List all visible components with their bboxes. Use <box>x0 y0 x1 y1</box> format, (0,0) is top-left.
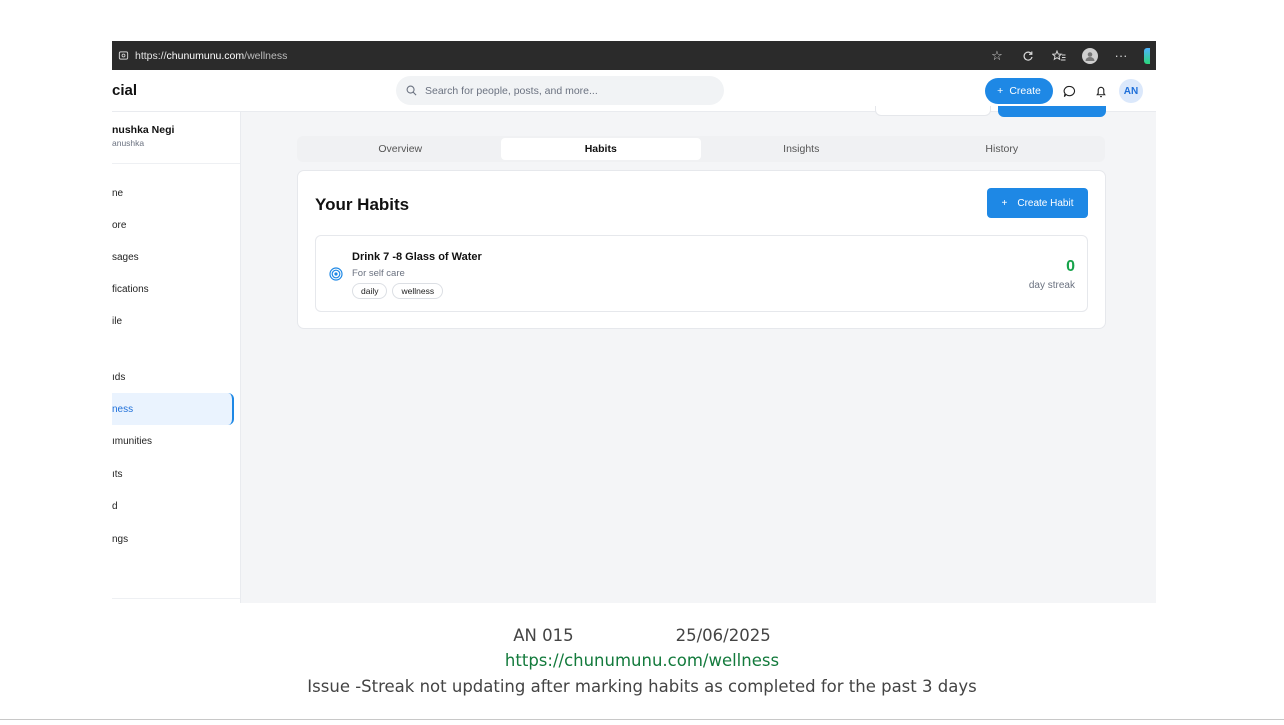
sidebar-item-label: ıts <box>112 468 123 480</box>
sidebar-item-home[interactable]: ne <box>112 178 234 208</box>
habit-name: Drink 7 -8 Glass of Water <box>352 251 482 263</box>
tag-wellness: wellness <box>392 283 444 299</box>
main-content: Overview Habits Insights History Your Ha… <box>241 106 1156 603</box>
sidebar-item-label: ıds <box>112 371 126 383</box>
browser-toolbar: https://chunumunu.com/wellness ☆ ··· <box>112 41 1156 70</box>
sidebar-item-label: ness <box>112 403 134 415</box>
more-menu-icon[interactable]: ··· <box>1113 48 1129 64</box>
sidebar-item-label: sages <box>112 251 139 263</box>
sidebar-item-label: ile <box>112 315 123 327</box>
sidebar-item-label: ngs <box>112 533 129 545</box>
sidebar-item-profile[interactable]: ile <box>112 306 234 336</box>
sidebar-item-explore[interactable]: ore <box>112 210 234 240</box>
sidebar-item-messages[interactable]: sages <box>112 242 234 272</box>
sidebar-item-label: d <box>112 500 118 512</box>
plus-icon: + <box>1001 197 1008 209</box>
tab-insights[interactable]: Insights <box>701 138 902 160</box>
cut-off-button[interactable] <box>875 106 991 116</box>
streak-label: day streak <box>1028 280 1075 291</box>
user-avatar[interactable]: AN <box>1119 79 1143 103</box>
habit-item[interactable]: Drink 7 -8 Glass of Water For self care … <box>315 235 1088 312</box>
url-text: https://chunumunu.com/wellness <box>135 49 288 62</box>
sidebar-item-label: ore <box>112 219 127 231</box>
sidebar-item-events[interactable]: ıts <box>112 459 234 489</box>
sidebar-item-notifications[interactable]: fications <box>112 274 234 304</box>
notifications-bell-icon[interactable] <box>1085 78 1117 104</box>
screenshot-stage: https://chunumunu.com/wellness ☆ ··· cia… <box>0 0 1284 725</box>
address-bar[interactable]: https://chunumunu.com/wellness <box>114 45 287 67</box>
site-info-icon[interactable] <box>118 50 129 61</box>
issue-url[interactable]: https://chunumunu.com/wellness <box>0 648 1284 674</box>
plus-icon: + <box>997 85 1004 97</box>
search-input[interactable] <box>425 84 705 97</box>
sidebar-item-settings[interactable]: ngs <box>112 524 234 554</box>
create-habit-button[interactable]: + Create Habit <box>987 188 1088 218</box>
sidebar-item-label: ımunities <box>112 435 153 447</box>
refresh-icon[interactable] <box>1020 48 1036 64</box>
target-icon[interactable] <box>329 267 343 281</box>
search-icon <box>406 85 417 96</box>
user-handle: anushka <box>112 138 145 148</box>
create-habit-label: Create Habit <box>1017 197 1074 209</box>
sidebar: nushka Negi anushka ne ore sages ficatio… <box>112 112 241 603</box>
sidebar-item-friends[interactable]: ıds <box>112 362 234 392</box>
issue-date: 25/06/2025 <box>675 625 771 645</box>
sidebar-item-label: ne <box>112 187 124 199</box>
issue-id: AN 015 <box>513 625 574 645</box>
sidebar-user-card[interactable]: nushka Negi anushka <box>112 124 174 148</box>
sidebar-item-saved[interactable]: d <box>112 491 234 521</box>
sidebar-item-communities[interactable]: ımunities <box>112 426 234 456</box>
habits-card: Your Habits + Create Habit Drink 7 -8 Gl… <box>297 170 1106 329</box>
habit-description: For self care <box>352 268 405 279</box>
streak-count: 0 <box>1066 258 1075 275</box>
messages-icon[interactable] <box>1053 78 1085 104</box>
tab-history[interactable]: History <box>902 138 1103 160</box>
divider <box>0 719 1284 720</box>
sidebar-item-label: fications <box>112 283 149 295</box>
brand-logo[interactable]: cial <box>112 82 137 99</box>
favorites-list-icon[interactable] <box>1051 48 1067 64</box>
copilot-icon[interactable] <box>1144 47 1150 64</box>
divider <box>112 163 240 164</box>
habits-title: Your Habits <box>315 195 410 214</box>
sidebar-item-wellness[interactable]: ness <box>112 393 234 425</box>
wellness-tabs: Overview Habits Insights History <box>297 136 1105 162</box>
divider <box>112 598 240 599</box>
tab-overview[interactable]: Overview <box>300 138 501 160</box>
tag-daily: daily <box>352 283 388 299</box>
favorite-star-icon[interactable]: ☆ <box>989 48 1005 64</box>
issue-description: Issue -Streak not updating after marking… <box>307 677 977 696</box>
search-bar[interactable] <box>396 76 724 105</box>
tab-habits[interactable]: Habits <box>500 138 701 160</box>
browser-profile-icon[interactable] <box>1082 47 1098 64</box>
create-label: Create <box>1009 85 1041 97</box>
create-button[interactable]: + Create <box>985 78 1053 104</box>
cut-off-primary-button[interactable] <box>998 106 1106 117</box>
issue-caption: AN 015 25/06/2025 https://chunumunu.com/… <box>0 622 1284 700</box>
user-name: nushka Negi <box>112 124 175 136</box>
habit-tags: daily wellness <box>352 283 444 299</box>
